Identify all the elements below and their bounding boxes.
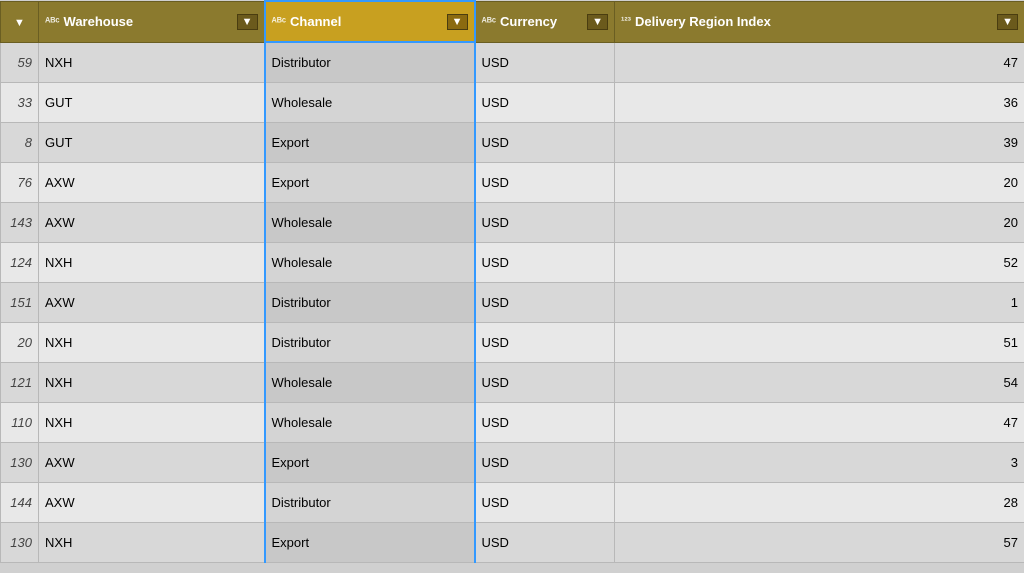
delivery-header-label: Delivery Region Index bbox=[635, 14, 771, 29]
row-delivery: 20 bbox=[615, 162, 1024, 202]
row-index: 20 bbox=[1, 322, 39, 362]
table-row: 20NXHDistributorUSD51 bbox=[1, 322, 1024, 362]
row-currency: USD bbox=[475, 402, 615, 442]
row-currency: USD bbox=[475, 202, 615, 242]
row-currency: USD bbox=[475, 522, 615, 562]
row-channel: Wholesale bbox=[265, 362, 475, 402]
warehouse-type-icon: ᴬᴮᶜ bbox=[45, 16, 60, 28]
table-row: 144AXWDistributorUSD28 bbox=[1, 482, 1024, 522]
row-channel: Distributor bbox=[265, 322, 475, 362]
table-row: 8GUTExportUSD39 bbox=[1, 122, 1024, 162]
row-channel: Export bbox=[265, 162, 475, 202]
row-delivery: 52 bbox=[615, 242, 1024, 282]
table-row: 33GUTWholesaleUSD36 bbox=[1, 82, 1024, 122]
row-currency: USD bbox=[475, 82, 615, 122]
row-currency: USD bbox=[475, 442, 615, 482]
row-channel: Distributor bbox=[265, 42, 475, 82]
row-delivery: 3 bbox=[615, 442, 1024, 482]
warehouse-filter-button[interactable]: ▼ bbox=[237, 14, 258, 30]
row-index: 110 bbox=[1, 402, 39, 442]
table-row: 124NXHWholesaleUSD52 bbox=[1, 242, 1024, 282]
row-currency: USD bbox=[475, 242, 615, 282]
row-warehouse: AXW bbox=[39, 482, 265, 522]
row-index: 124 bbox=[1, 242, 39, 282]
row-currency: USD bbox=[475, 122, 615, 162]
row-currency: USD bbox=[475, 362, 615, 402]
delivery-filter-button[interactable]: ▼ bbox=[997, 14, 1018, 30]
data-table: ▼ ᴬᴮᶜ Warehouse ▼ ᴬᴮᶜ Ch bbox=[0, 0, 1024, 573]
row-warehouse: NXH bbox=[39, 42, 265, 82]
row-warehouse: AXW bbox=[39, 282, 265, 322]
row-currency: USD bbox=[475, 162, 615, 202]
currency-header-label: Currency bbox=[500, 14, 557, 29]
row-warehouse: NXH bbox=[39, 522, 265, 562]
row-channel: Wholesale bbox=[265, 82, 475, 122]
row-delivery: 57 bbox=[615, 522, 1024, 562]
row-currency: USD bbox=[475, 322, 615, 362]
channel-type-icon: ᴬᴮᶜ bbox=[272, 16, 287, 28]
row-warehouse: NXH bbox=[39, 402, 265, 442]
delivery-type-icon: ¹²³ bbox=[621, 16, 631, 27]
row-delivery: 39 bbox=[615, 122, 1024, 162]
table-row: 130NXHExportUSD57 bbox=[1, 522, 1024, 562]
table-row: 151AXWDistributorUSD1 bbox=[1, 282, 1024, 322]
row-channel: Wholesale bbox=[265, 242, 475, 282]
row-channel: Distributor bbox=[265, 482, 475, 522]
channel-header-label: Channel bbox=[290, 14, 341, 29]
row-index: 151 bbox=[1, 282, 39, 322]
row-index: 130 bbox=[1, 522, 39, 562]
row-channel: Export bbox=[265, 122, 475, 162]
table-row: 110NXHWholesaleUSD47 bbox=[1, 402, 1024, 442]
table-row: 143AXWWholesaleUSD20 bbox=[1, 202, 1024, 242]
row-warehouse: AXW bbox=[39, 162, 265, 202]
channel-filter-button[interactable]: ▼ bbox=[447, 14, 468, 30]
row-delivery: 36 bbox=[615, 82, 1024, 122]
row-delivery: 28 bbox=[615, 482, 1024, 522]
row-index: 8 bbox=[1, 122, 39, 162]
row-index: 143 bbox=[1, 202, 39, 242]
row-channel: Wholesale bbox=[265, 402, 475, 442]
row-delivery: 47 bbox=[615, 42, 1024, 82]
table-header-row: ▼ ᴬᴮᶜ Warehouse ▼ ᴬᴮᶜ Ch bbox=[1, 1, 1024, 42]
row-delivery: 20 bbox=[615, 202, 1024, 242]
table-row: 59NXHDistributorUSD47 bbox=[1, 42, 1024, 82]
warehouse-header: ᴬᴮᶜ Warehouse ▼ bbox=[39, 1, 265, 42]
row-currency: USD bbox=[475, 482, 615, 522]
row-warehouse: NXH bbox=[39, 242, 265, 282]
row-channel: Distributor bbox=[265, 282, 475, 322]
row-index: 76 bbox=[1, 162, 39, 202]
row-warehouse: AXW bbox=[39, 442, 265, 482]
row-currency: USD bbox=[475, 282, 615, 322]
currency-filter-button[interactable]: ▼ bbox=[587, 14, 608, 30]
delivery-header: ¹²³ Delivery Region Index ▼ bbox=[615, 1, 1024, 42]
table-row: 76AXWExportUSD20 bbox=[1, 162, 1024, 202]
index-dropdown-icon[interactable]: ▼ bbox=[14, 17, 25, 29]
table-row: 121NXHWholesaleUSD54 bbox=[1, 362, 1024, 402]
index-header: ▼ bbox=[1, 1, 39, 42]
currency-type-icon: ᴬᴮᶜ bbox=[482, 16, 497, 28]
row-channel: Export bbox=[265, 442, 475, 482]
row-warehouse: NXH bbox=[39, 322, 265, 362]
row-index: 33 bbox=[1, 82, 39, 122]
row-delivery: 47 bbox=[615, 402, 1024, 442]
row-index: 59 bbox=[1, 42, 39, 82]
row-delivery: 1 bbox=[615, 282, 1024, 322]
row-channel: Wholesale bbox=[265, 202, 475, 242]
row-warehouse: AXW bbox=[39, 202, 265, 242]
warehouse-header-label: Warehouse bbox=[64, 14, 134, 29]
row-warehouse: GUT bbox=[39, 122, 265, 162]
row-channel: Export bbox=[265, 522, 475, 562]
channel-header: ᴬᴮᶜ Channel ▼ bbox=[265, 1, 475, 42]
row-delivery: 51 bbox=[615, 322, 1024, 362]
row-index: 144 bbox=[1, 482, 39, 522]
row-index: 130 bbox=[1, 442, 39, 482]
row-delivery: 54 bbox=[615, 362, 1024, 402]
currency-header: ᴬᴮᶜ Currency ▼ bbox=[475, 1, 615, 42]
row-index: 121 bbox=[1, 362, 39, 402]
row-warehouse: NXH bbox=[39, 362, 265, 402]
row-currency: USD bbox=[475, 42, 615, 82]
row-warehouse: GUT bbox=[39, 82, 265, 122]
table-row: 130AXWExportUSD3 bbox=[1, 442, 1024, 482]
